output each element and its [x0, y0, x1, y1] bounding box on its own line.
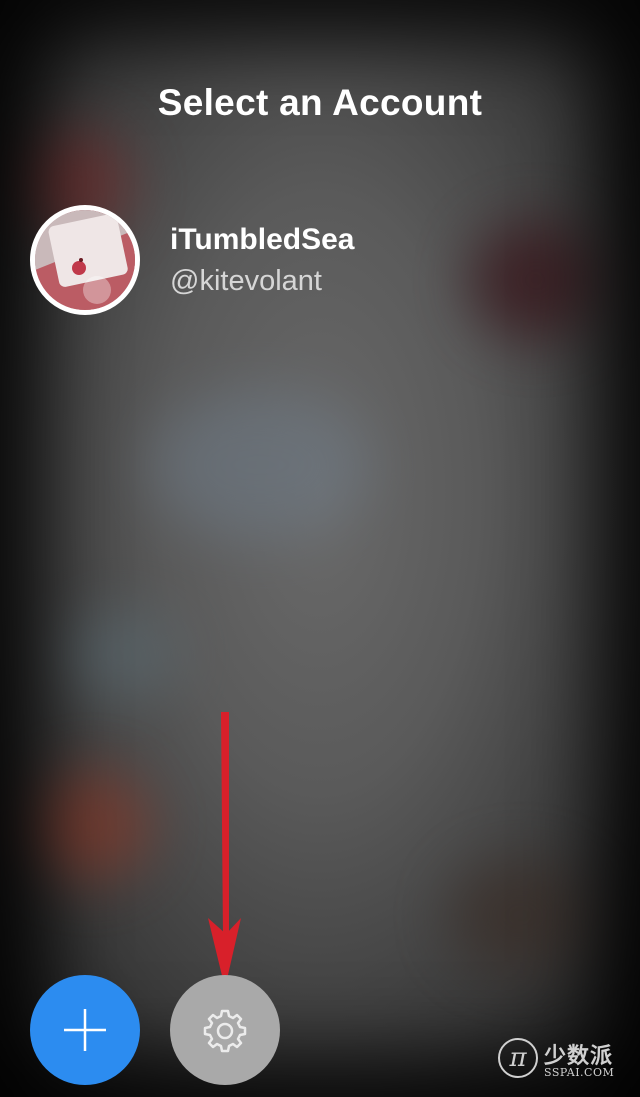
- watermark: π 少数派 SSPAI.COM: [498, 1036, 628, 1086]
- blurred-background: [30, 770, 150, 880]
- account-item[interactable]: iTumbledSea @kitevolant: [30, 205, 590, 317]
- gear-icon: [203, 1009, 247, 1053]
- blurred-background: [60, 610, 180, 700]
- watermark-en: SSPAI.COM: [544, 1066, 615, 1079]
- account-handle: @kitevolant: [170, 265, 322, 297]
- annotation-arrow-icon: [208, 712, 241, 988]
- avatar: [30, 205, 140, 315]
- blurred-background: [150, 390, 370, 540]
- blurred-background: [450, 860, 590, 970]
- watermark-logo: π: [498, 1038, 538, 1078]
- settings-button[interactable]: [170, 975, 280, 1085]
- plus-icon: [64, 1009, 106, 1051]
- account-name: iTumbledSea: [170, 223, 355, 256]
- page-title: Select an Account: [157, 82, 483, 123]
- account-switcher-overlay: Select an Account iTumbledSea @kitevolan…: [0, 0, 640, 1097]
- add-account-button[interactable]: [30, 975, 140, 1085]
